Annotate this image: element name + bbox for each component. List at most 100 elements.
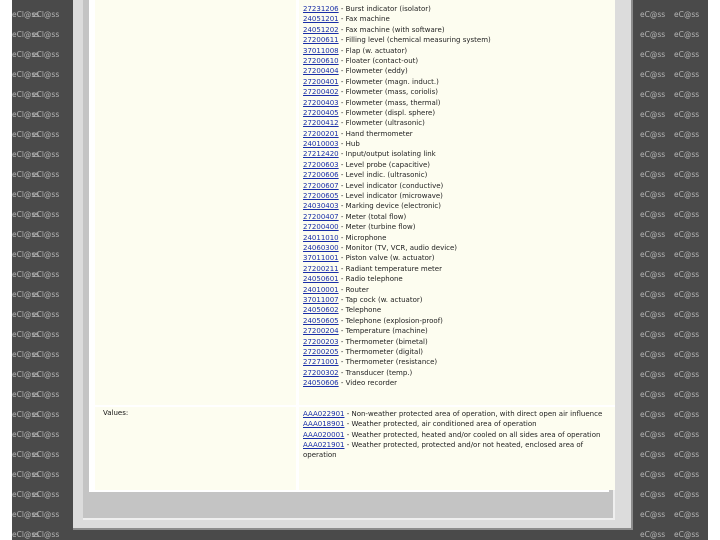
object-description: Filling level (chemical measuring system… <box>345 36 491 45</box>
object-code-link[interactable]: 37011007 <box>303 296 339 304</box>
object-code-link[interactable]: 27200204 <box>303 327 339 335</box>
object-code-link[interactable]: 24010001 <box>303 286 339 294</box>
list-item: 24050606 - Video recorder <box>303 379 398 388</box>
value-code-link[interactable]: AAA021901 <box>303 441 344 449</box>
object-code-link[interactable]: 24050602 <box>303 306 339 314</box>
object-code-link[interactable]: 24050606 <box>303 379 339 387</box>
watermark-text: eCl@ss <box>32 470 60 479</box>
watermark-text: eCl@ss <box>32 130 60 139</box>
watermark-text: eC@ss <box>640 470 666 479</box>
list-item: 37011008 - Flap (w. actuator) <box>303 46 408 55</box>
object-code-link[interactable]: 27200203 <box>303 338 339 346</box>
object-code-link[interactable]: 24011010 <box>303 234 339 242</box>
watermark-text: eCl@ss <box>32 350 60 359</box>
watermark-text: eC@ss <box>674 310 700 319</box>
object-code-link[interactable]: 27212420 <box>303 150 339 158</box>
object-code-link[interactable]: 27200611 <box>303 36 339 44</box>
object-description: Temperature (machine) <box>345 327 428 336</box>
object-description: Flowmeter (mass, thermal) <box>345 98 441 107</box>
object-description: Level indicator (conductive) <box>345 181 444 190</box>
value-code-link[interactable]: AAA018901 <box>303 420 344 428</box>
object-code-link[interactable]: 27200610 <box>303 57 339 65</box>
object-description: Monitor (TV, VCR, audio device) <box>345 243 458 252</box>
object-description: Floater (contact-out) <box>345 56 419 65</box>
watermark-text: eC@ss <box>640 250 666 259</box>
object-code-link[interactable]: 27200402 <box>303 88 339 96</box>
list-item: 27200603 - Level probe (capacitive) <box>303 160 431 169</box>
list-item: 27200401 - Flowmeter (magn. induct.) <box>303 77 439 86</box>
watermark-text: eC@ss <box>640 450 666 459</box>
object-description: Level indic. (ultrasonic) <box>345 171 428 180</box>
object-code-link[interactable]: 24050605 <box>303 317 339 325</box>
object-code-link[interactable]: 27200201 <box>303 130 339 138</box>
watermark-text: eCl@ss <box>32 90 60 99</box>
object-description: Flowmeter (magn. induct.) <box>345 77 439 86</box>
list-item: 27200205 - Thermometer (digital) <box>303 347 423 356</box>
watermark-text: eCl@ss <box>32 430 60 439</box>
object-code-link[interactable]: 27200211 <box>303 265 339 273</box>
object-code-link[interactable]: 27200205 <box>303 348 339 356</box>
object-code-link[interactable]: 27200603 <box>303 161 339 169</box>
object-code-link[interactable]: 27200403 <box>303 99 339 107</box>
value-code-link[interactable]: AAA020001 <box>303 431 344 439</box>
object-code-link[interactable]: 27200400 <box>303 223 339 231</box>
watermark-text: eC@ss <box>674 530 700 539</box>
watermark-text: eC@ss <box>674 210 700 219</box>
list-item: 24050605 - Telephone (explosion-proof) <box>303 316 443 325</box>
watermark-text: eC@ss <box>674 370 700 379</box>
object-description: Level probe (capacitive) <box>345 160 431 169</box>
watermark-text: eCl@ss <box>32 310 60 319</box>
object-code-link[interactable]: 24030403 <box>303 202 339 210</box>
object-code-link[interactable]: 27200302 <box>303 369 339 377</box>
object-code-link[interactable]: 27231206 <box>303 5 339 13</box>
watermark-text: eC@ss <box>674 450 700 459</box>
watermark-text: eCl@ss <box>32 530 60 539</box>
list-item: 27271001 - Thermometer (resistance) <box>303 358 438 367</box>
object-code-link[interactable]: 27271001 <box>303 358 339 366</box>
watermark-text: eC@ss <box>674 70 700 79</box>
value-code-link[interactable]: AAA022901 <box>303 410 344 418</box>
object-code-link[interactable]: 24051201 <box>303 15 339 23</box>
list-item: 27200605 - Level indicator (microwave) <box>303 192 443 201</box>
object-description: Hub <box>345 140 360 149</box>
object-code-link[interactable]: 27200606 <box>303 171 339 179</box>
list-item: 27231206 - Burst indicator (isolator) <box>303 5 431 13</box>
object-code-link[interactable]: 37011008 <box>303 47 339 55</box>
object-description: Thermometer (digital) <box>345 347 423 356</box>
watermark-text: eC@ss <box>640 50 666 59</box>
object-description: Tap cock (w. actuator) <box>345 295 423 304</box>
row-divider <box>95 405 615 407</box>
object-code-link[interactable]: 27200407 <box>303 213 339 221</box>
object-code-link[interactable]: 24050601 <box>303 275 339 283</box>
watermark-text: eC@ss <box>640 510 666 519</box>
object-code-link[interactable]: 27200412 <box>303 119 339 127</box>
value-description: Weather protected, air conditioned area … <box>351 420 537 429</box>
watermark-text: eC@ss <box>674 350 700 359</box>
list-item: 24030403 - Marking device (electronic) <box>303 202 442 211</box>
watermark-text: eC@ss <box>674 250 700 259</box>
object-code-link[interactable]: 27200401 <box>303 78 339 86</box>
list-item: 27200302 - Transducer (temp.) <box>303 368 413 377</box>
object-description: Hand thermometer <box>345 129 413 138</box>
object-description: Telephone <box>345 306 382 315</box>
watermark-text: eC@ss <box>674 150 700 159</box>
object-code-link[interactable]: 27200605 <box>303 192 339 200</box>
watermark-text: eC@ss <box>674 290 700 299</box>
list-item: 27200204 - Temperature (machine) <box>303 327 428 336</box>
object-code-link[interactable]: 24060300 <box>303 244 339 252</box>
object-code-link[interactable]: 24051202 <box>303 26 339 34</box>
object-description: Flowmeter (mass, coriolis) <box>345 88 438 97</box>
watermark-text: eCl@ss <box>32 110 60 119</box>
object-code-link[interactable]: 27200404 <box>303 67 339 75</box>
watermark-text: eCl@ss <box>32 270 60 279</box>
object-description: Thermometer (bimetal) <box>345 337 428 346</box>
watermark-text: eC@ss <box>674 190 700 199</box>
object-description: Level indicator (microwave) <box>345 192 443 201</box>
object-code-link[interactable]: 37011001 <box>303 254 339 262</box>
list-item: 24010001 - Router <box>303 285 369 294</box>
object-description: Microphone <box>345 233 387 242</box>
watermark-text: eC@ss <box>640 230 666 239</box>
object-code-link[interactable]: 24010003 <box>303 140 339 148</box>
object-code-link[interactable]: 27200607 <box>303 182 339 190</box>
object-code-link[interactable]: 27200405 <box>303 109 339 117</box>
